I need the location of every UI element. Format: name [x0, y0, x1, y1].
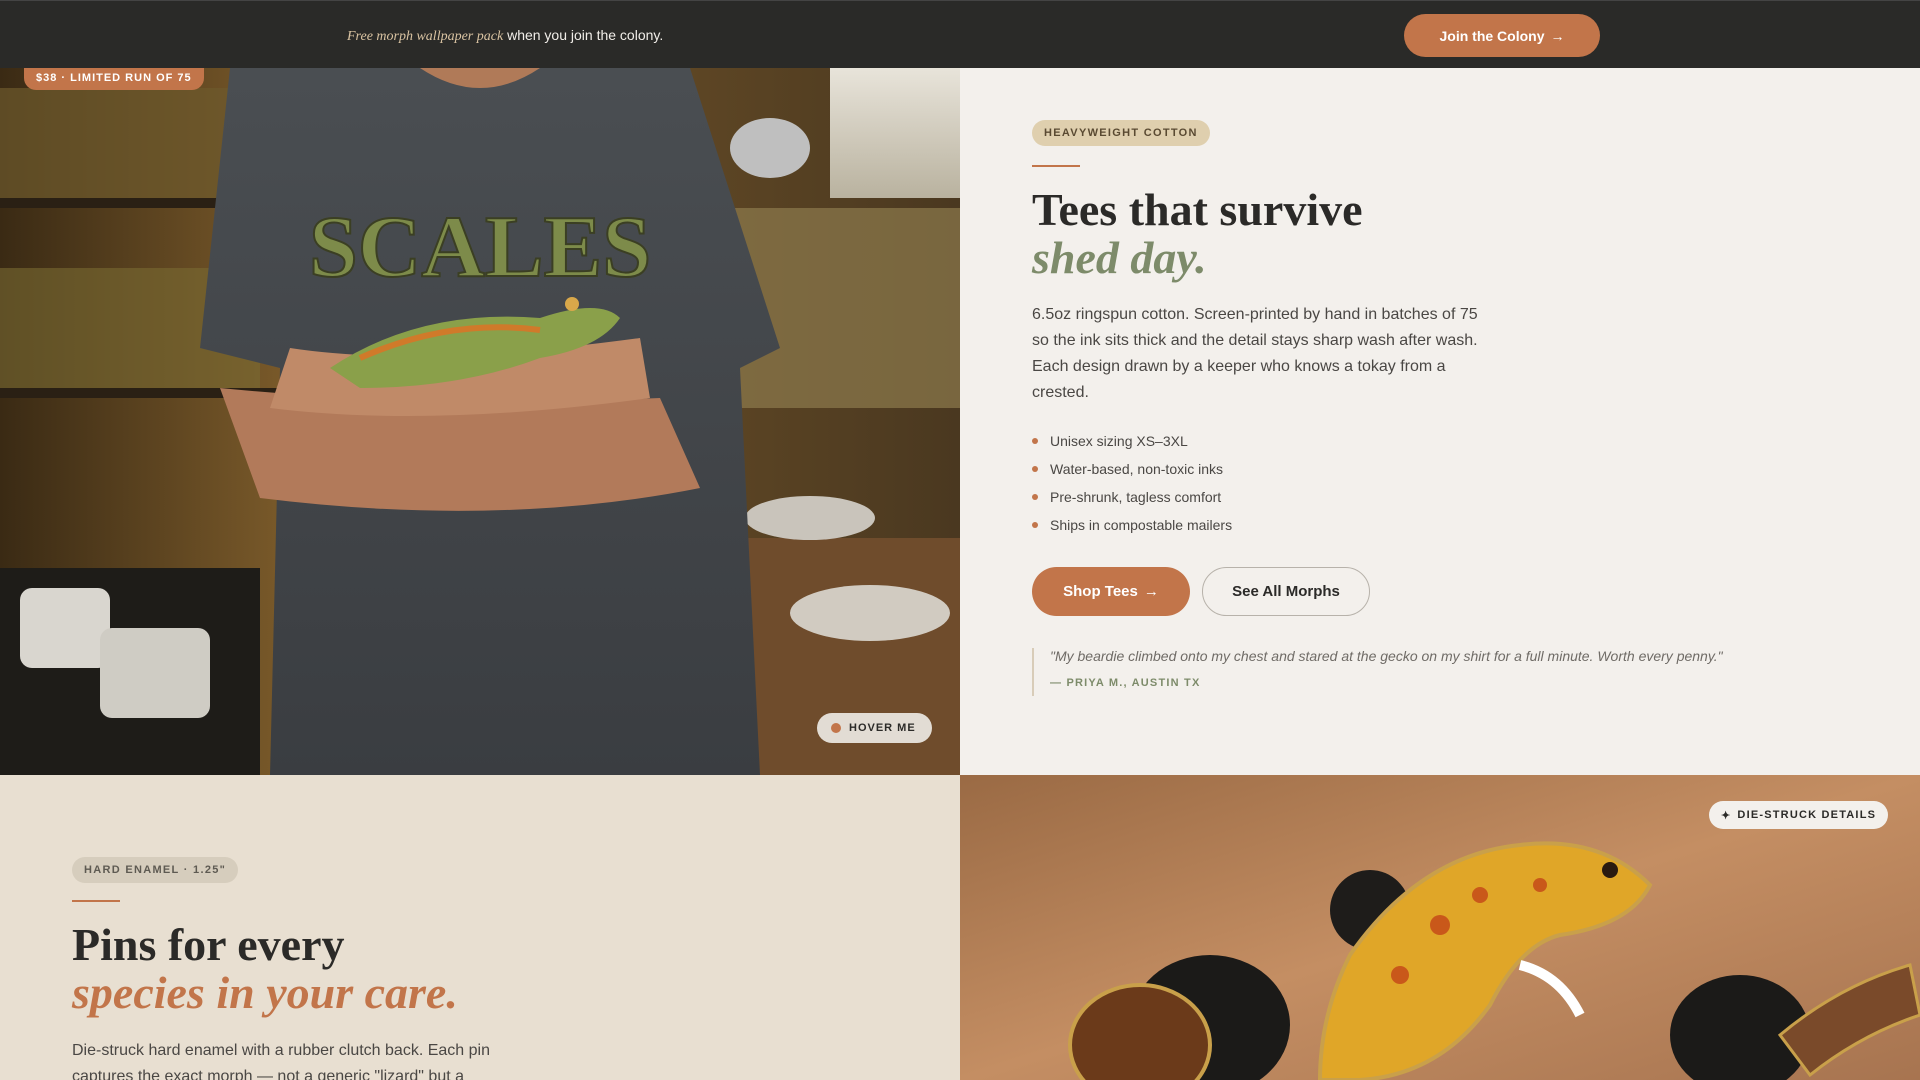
testimonial-author: — PRIYA M., AUSTIN TX — [1050, 677, 1201, 689]
accent-divider — [72, 900, 120, 902]
feature-item: Unisex sizing XS–3XL — [1032, 431, 1232, 459]
join-label: Join the Colony — [1439, 27, 1545, 44]
tee-photo-illustration: SCALES — [0, 68, 960, 775]
shop-label: Shop Tees — [1063, 583, 1138, 600]
arrow-right-icon: → — [1143, 583, 1159, 600]
tee-product-photo[interactable]: $38 · LIMITED RUN OF 75 SCALES HOVER ME — [0, 68, 960, 775]
die-struck-badge: ✦ DIE-STRUCK DETAILS — [1709, 801, 1889, 829]
pin-spec-tag: HARD ENAMEL · 1.25" — [72, 857, 239, 883]
accent-divider — [1032, 165, 1080, 167]
pins-heading-line2: species in your care. — [72, 967, 458, 1018]
pins-copy-panel: HARD ENAMEL · 1.25" Pins for every speci… — [0, 775, 960, 1080]
hover-me-chip[interactable]: HOVER ME — [817, 713, 932, 743]
feature-item: Water-based, non-toxic inks — [1032, 459, 1232, 487]
feature-item: Ships in compostable mailers — [1032, 515, 1232, 543]
promo-body: when you join the colony. — [503, 27, 664, 43]
pins-heading-line1: Pins for every — [72, 919, 345, 970]
sparkle-icon: ✦ — [1721, 809, 1732, 822]
join-colony-button[interactable]: Join the Colony → — [1404, 14, 1600, 57]
promo-italic: Free morph wallpaper pack — [347, 29, 504, 44]
shop-tees-button[interactable]: Shop Tees → — [1032, 567, 1190, 616]
feature-list: Unisex sizing XS–3XL Water-based, non-to… — [1032, 431, 1232, 543]
tee-heading-line1: Tees that survive — [1032, 184, 1363, 235]
promo-text: Free morph wallpaper pack when you join … — [347, 27, 663, 45]
die-struck-label: DIE-STRUCK DETAILS — [1737, 809, 1877, 821]
pins-description: Die-struck hard enamel with a rubber clu… — [72, 1042, 490, 1080]
feature-item: Pre-shrunk, tagless comfort — [1032, 487, 1232, 515]
hover-label: HOVER ME — [849, 722, 916, 734]
tee-copy-panel: HEAVYWEIGHT COTTON Tees that survive she… — [960, 68, 1920, 775]
tee-heading-line2: shed day. — [1032, 232, 1207, 283]
pins-product-photo[interactable]: ✦ DIE-STRUCK DETAILS — [960, 775, 1920, 1080]
arrow-right-icon: → — [1550, 27, 1565, 44]
material-tag: HEAVYWEIGHT COTTON — [1032, 120, 1210, 146]
price-badge: $38 · LIMITED RUN OF 75 — [24, 68, 204, 90]
testimonial-text: "My beardie climbed onto my chest and st… — [1050, 648, 1723, 664]
tee-description: 6.5oz ringspun cotton. Screen-printed by… — [1032, 306, 1478, 401]
promo-bar: Free morph wallpaper pack when you join … — [0, 0, 1920, 68]
testimonial: "My beardie climbed onto my chest and st… — [1032, 648, 1723, 696]
dot-icon — [831, 723, 841, 733]
see-all-morphs-button[interactable]: See All Morphs — [1202, 567, 1370, 616]
shirt-print-text: SCALES — [309, 199, 651, 296]
